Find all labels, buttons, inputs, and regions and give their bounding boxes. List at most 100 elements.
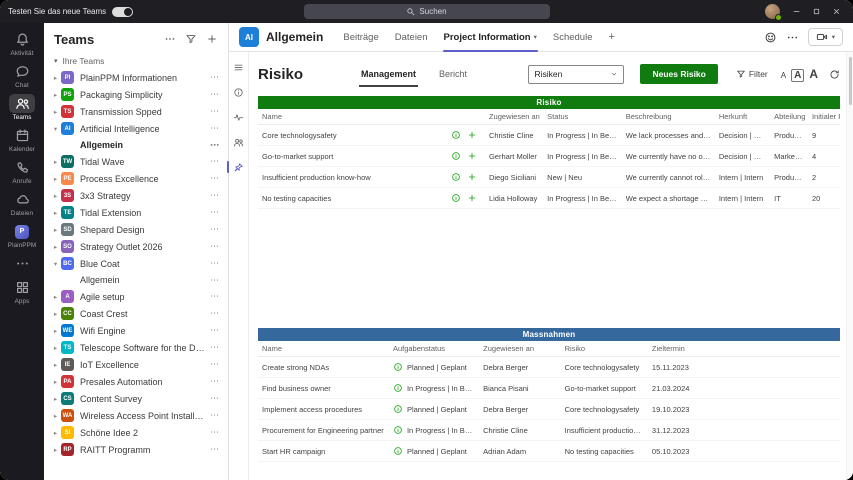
column-header-status[interactable]: Status [543,112,622,121]
team-more-icon[interactable]: ⋯ [210,444,219,455]
teams-more-button[interactable] [164,33,176,45]
team-item-tidal-extension[interactable]: ▸TETidal Extension⋯ [47,204,225,221]
team-item-wireless-access-point-installation[interactable]: ▸WAWireless Access Point Installation⋯ [47,407,225,424]
column-header-zieltermin[interactable]: Zieltermin [648,344,840,353]
risk-row[interactable]: Core technologysafetyChristie ClineIn Pr… [258,125,840,146]
team-item-wifi-engine[interactable]: ▸WEWifi Engine⋯ [47,322,225,339]
channel-item-allgemein[interactable]: Allgemein⋯ [47,137,225,153]
search-input[interactable]: Suchen [304,4,550,19]
column-header-risiko[interactable]: Risiko [561,344,648,353]
meet-button[interactable]: ▾ [808,28,843,46]
team-more-icon[interactable]: ⋯ [210,325,219,336]
rail-item-apps[interactable]: Apps [0,276,44,308]
font-size-large-button[interactable]: A [809,67,818,81]
team-more-icon[interactable]: ⋯ [210,224,219,235]
column-header-name[interactable]: Name [258,344,389,353]
scrollbar[interactable] [846,52,853,480]
close-button[interactable] [827,4,845,20]
view-tab-management[interactable]: Management [359,52,418,96]
team-more-icon[interactable]: ⋯ [210,258,219,269]
column-header-herkunft[interactable]: Herkunft [715,112,770,121]
rail-item-anrufe[interactable]: Anrufe [0,156,44,188]
column-header-initialer-rw[interactable]: Initialer RW [808,112,840,121]
team-more-icon[interactable]: ⋯ [210,156,219,167]
measure-row[interactable]: Create strong NDAsPlanned | GeplantDebra… [258,357,840,378]
team-more-icon[interactable]: ⋯ [210,89,219,100]
risk-row[interactable]: Go-to-market supportGerhart MollerIn Pro… [258,146,840,167]
team-item-presales-automation[interactable]: ▸PAPresales Automation⋯ [47,373,225,390]
tab-schedule[interactable]: Schedule [545,23,601,52]
risk-row[interactable]: No testing capacitiesLidia HollowayIn Pr… [258,188,840,209]
team-more-icon[interactable]: ⋯ [210,207,219,218]
team-item-artificial-intelligence[interactable]: ▾AIArtificial Intelligence⋯ [47,120,225,137]
column-header-name[interactable]: Name [258,112,447,121]
mini-collapse-menu[interactable] [231,60,247,74]
team-more-icon[interactable]: ⋯ [210,308,219,319]
new-risk-button[interactable]: Neues Risiko [640,64,717,84]
team-more-icon[interactable]: ⋯ [210,173,219,184]
rail-item-chat[interactable]: Chat [0,60,44,92]
measure-row[interactable]: Start HR campaignPlanned | GeplantAdrian… [258,441,840,462]
column-header-aufgabenstatus[interactable]: Aufgabenstatus [389,344,479,353]
team-more-icon[interactable]: ⋯ [210,241,219,252]
team-item-plainppm-informationen[interactable]: ▸PIPlainPPM Informationen⋯ [47,69,225,86]
team-item-3x3-strategy[interactable]: ▸3S3x3 Strategy⋯ [47,187,225,204]
team-item-strategy-outlet-2026[interactable]: ▸SOStrategy Outlet 2026⋯ [47,238,225,255]
team-more-icon[interactable]: ⋯ [210,359,219,370]
team-more-icon[interactable]: ⋯ [210,190,219,201]
team-item-telescope-software-for-the-dominion[interactable]: ▸TSTelescope Software for the Dominion⋯ [47,339,225,356]
team-more-icon[interactable]: ⋯ [210,342,219,353]
font-size-small-button[interactable]: A [781,71,786,80]
mini-activity[interactable] [231,110,247,124]
team-more-icon[interactable]: ⋯ [210,123,219,134]
team-more-icon[interactable]: ⋯ [210,291,219,302]
column-header-beschreibung[interactable]: Beschreibung [622,112,715,121]
column-header-abteilung[interactable]: Abteilung [770,112,808,121]
rail-item-teams[interactable]: Teams [0,92,44,124]
team-item-coast-crest[interactable]: ▸CCCoast Crest⋯ [47,305,225,322]
rail-item-more[interactable] [0,252,44,276]
team-item-packaging-simplicity[interactable]: ▸PSPackaging Simplicity⋯ [47,86,225,103]
measure-row[interactable]: Implement access proceduresPlanned | Gep… [258,399,840,420]
team-item-process-excellence[interactable]: ▸PEProcess Excellence⋯ [47,170,225,187]
rail-item-kalender[interactable]: Kalender [0,124,44,156]
rail-item-dateien[interactable]: Dateien [0,188,44,220]
channel-more-button[interactable] [786,31,799,44]
tab-project-information[interactable]: Project Information▾ [436,23,545,52]
create-team-button[interactable] [206,33,218,45]
tab-dateien[interactable]: Dateien [387,23,436,52]
tab-beitr-ge[interactable]: Beiträge [335,23,386,52]
channel-more-icon[interactable]: ⋯ [210,275,219,286]
rail-item-plainppm[interactable]: PPlainPPM [0,220,44,252]
team-more-icon[interactable]: ⋯ [210,427,219,438]
filter-teams-button[interactable] [185,33,197,45]
team-item-agile-setup[interactable]: ▸AAgile setup⋯ [47,288,225,305]
reactions-button[interactable] [764,31,777,44]
column-header-zugewiesen-an[interactable]: Zugewiesen an [485,112,543,121]
team-item-content-survey[interactable]: ▸CSContent Survey⋯ [47,390,225,407]
team-item-raitt-programm[interactable]: ▸RPRAITT Programm⋯ [47,441,225,458]
risk-row[interactable]: Insufficient production know-howDiego Si… [258,167,840,188]
channel-item-allgemein[interactable]: Allgemein⋯ [47,272,225,288]
mini-pinned[interactable] [231,160,247,174]
filter-button[interactable]: Filter [736,69,768,79]
rail-item-aktivit-t[interactable]: Aktivität [0,28,44,60]
minimize-button[interactable] [787,4,805,20]
mini-members[interactable] [231,135,247,149]
maximize-button[interactable] [807,4,825,20]
measure-row[interactable]: Procurement for Engineering partnerIn Pr… [258,420,840,441]
team-more-icon[interactable]: ⋯ [210,376,219,387]
team-item-sch-ne-idee-2[interactable]: ▸SISchöne Idee 2⋯ [47,424,225,441]
team-item-transmission-spped[interactable]: ▸TSTransmission Spped⋯ [47,103,225,120]
column-header-zugewiesen-an[interactable]: Zugewiesen an [479,344,560,353]
view-tab-bericht[interactable]: Bericht [437,52,469,96]
team-more-icon[interactable]: ⋯ [210,410,219,421]
team-more-icon[interactable]: ⋯ [210,106,219,117]
team-item-iot-excellence[interactable]: ▸IEIoT Excellence⋯ [47,356,225,373]
avatar[interactable] [765,4,780,19]
your-teams-section[interactable]: ▾ Ihre Teams [44,55,228,69]
channel-more-icon[interactable]: ⋯ [210,140,219,151]
team-item-blue-coat[interactable]: ▾BCBlue Coat⋯ [47,255,225,272]
font-size-medium-button[interactable]: A [791,69,804,82]
scrollbar-thumb[interactable] [849,57,852,105]
